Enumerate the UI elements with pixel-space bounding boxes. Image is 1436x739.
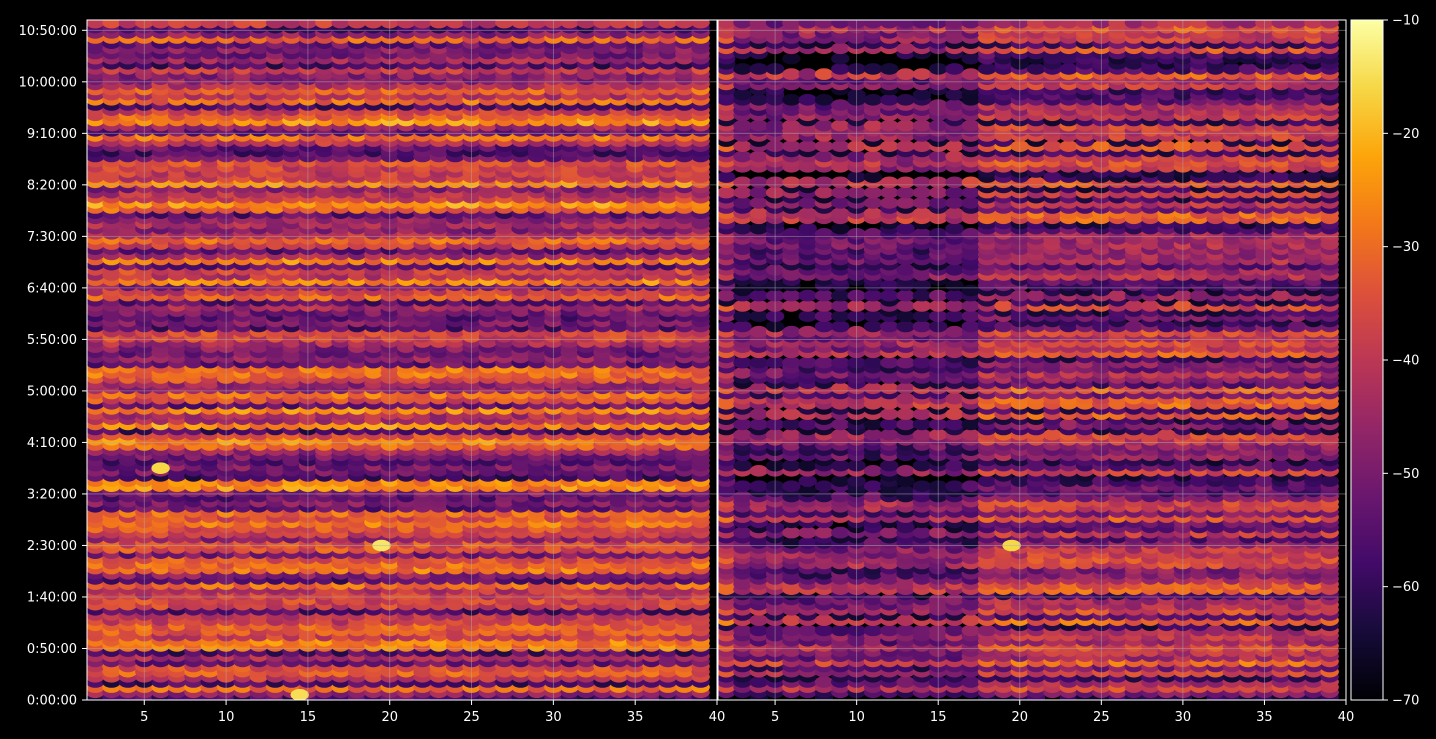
heatmap-cell [331, 20, 350, 29]
heatmap-cell [200, 20, 219, 29]
heatmap-panel-left [86, 19, 718, 701]
heatmap-cell [102, 20, 121, 29]
heatmap-cell [167, 20, 187, 29]
heatmap-cell [347, 20, 367, 29]
heatmap-cell [282, 20, 301, 29]
heatmap-cell [118, 20, 138, 29]
heatmap-cell [249, 20, 268, 29]
heatmap-cell [315, 20, 334, 29]
heatmap-figure: 0:00:000:50:001:40:002:30:003:20:004:10:… [19, 14, 1420, 726]
heatmap-cell [151, 20, 170, 29]
heatmap-cell [184, 20, 203, 29]
heatmap-cell [233, 20, 252, 29]
heatmap-cell [266, 20, 285, 29]
heatmap-cell [87, 20, 105, 29]
heatmap-marks-left [87, 20, 710, 700]
heatmap-cell [364, 20, 383, 29]
